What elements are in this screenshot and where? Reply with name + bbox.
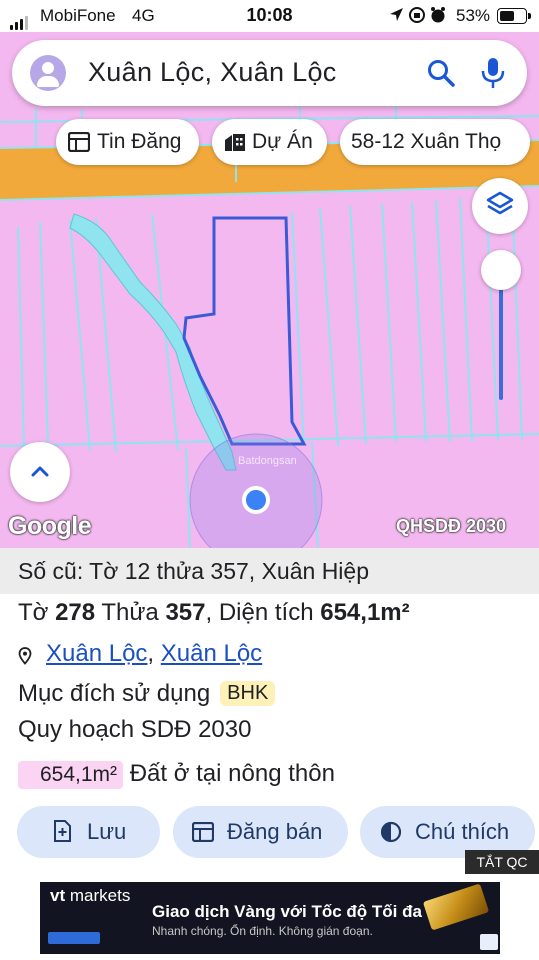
layers-button[interactable] <box>472 178 528 234</box>
commune-link[interactable]: Xuân Lộc <box>161 640 262 667</box>
alarm-icon <box>431 7 445 23</box>
location-arrow-icon <box>390 8 403 21</box>
layers-icon <box>486 191 514 215</box>
purpose-row: Mục đích sử dụng BHK <box>18 680 276 708</box>
avatar[interactable] <box>30 55 66 91</box>
post-sale-button[interactable]: Đăng bán <box>173 806 348 858</box>
chip-listings[interactable]: Tin Đăng <box>56 119 199 165</box>
file-add-icon <box>54 820 71 842</box>
parcel-summary: Tờ 278 Thửa 357, Diện tích 654,1m² <box>18 599 410 626</box>
adchoices-icon[interactable] <box>480 934 498 950</box>
purpose-code-badge: BHK <box>220 681 276 706</box>
status-bar: MobiFone 4G 10:08 53% <box>0 0 539 32</box>
plan-title: Quy hoạch SDĐ 2030 <box>18 716 252 743</box>
close-ad-button[interactable]: TẮT QC <box>465 850 539 874</box>
ad-brand: vt markets <box>50 886 131 905</box>
search-icon[interactable] <box>426 58 456 88</box>
district-link[interactable]: Xuân Lộc <box>46 640 147 667</box>
google-logo: Google <box>8 512 92 540</box>
location-pin-icon <box>18 647 32 665</box>
microphone-icon[interactable] <box>480 56 506 90</box>
chevron-up-icon <box>31 466 49 477</box>
plan-area-chip: 654,1m² <box>18 761 124 789</box>
post-sale-button-label: Đăng bán <box>227 819 323 844</box>
save-button-label: Lưu <box>87 819 127 844</box>
map-canvas[interactable]: Batdongsan <box>0 32 539 548</box>
location-separator: , <box>147 640 155 667</box>
sheet-number: 278 <box>55 599 96 626</box>
save-button[interactable]: Lưu <box>17 806 160 858</box>
chip-projects[interactable]: Dự Án <box>212 119 327 165</box>
purpose-label: Mục đích sử dụng <box>18 680 211 707</box>
ad-subline: Nhanh chóng. Ổn định. Không gián đoạn. <box>152 924 373 938</box>
location-row: Xuân Lộc, Xuân Lộc <box>18 640 262 668</box>
map-view[interactable]: Batdongsan <box>0 32 539 548</box>
contrast-icon <box>380 821 402 843</box>
ad-banner[interactable]: vt markets Giao dịch Vàng với Tốc độ Tối… <box>40 882 500 954</box>
ad-headline: Giao dịch Vàng với Tốc độ Tối đa <box>152 902 422 921</box>
plan-use: Đất ở tại nông thôn <box>129 760 335 787</box>
plan-area-row: 654,1m² Đất ở tại nông thôn <box>18 760 335 789</box>
chip-projects-label: Dự Án <box>252 130 313 153</box>
expand-button[interactable] <box>10 442 70 502</box>
search-input[interactable]: Xuân Lộc, Xuân Lộc <box>88 57 337 88</box>
status-icons <box>388 5 450 30</box>
rotation-lock-icon <box>409 7 425 23</box>
opacity-slider-handle[interactable] <box>481 250 521 290</box>
map-layer-label: QHSDĐ 2030 <box>396 516 507 536</box>
buildings-icon <box>225 134 245 151</box>
plot-label: Thửa <box>101 599 159 626</box>
ad-cta-button[interactable] <box>48 932 100 944</box>
area-label: Diện tích <box>218 599 314 626</box>
battery-percent: 53% <box>456 6 491 25</box>
plot-number: 357 <box>165 599 206 626</box>
map-watermark: Batdongsan <box>238 455 297 467</box>
listing-icon <box>192 822 214 842</box>
chip-listings-label: Tin Đăng <box>97 130 182 153</box>
listing-icon <box>68 132 90 152</box>
chip-location[interactable]: 58-12 Xuân Thọ <box>340 119 530 165</box>
chip-location-label: 58-12 Xuân Thọ <box>351 130 502 153</box>
old-parcel-info: Số cũ: Tờ 12 thửa 357, Xuân Hiệp <box>18 558 369 584</box>
my-location-dot <box>242 486 270 514</box>
area-value: 654,1m² <box>320 599 410 626</box>
sheet-label: Tờ <box>18 599 49 626</box>
battery-icon <box>497 8 531 24</box>
stream <box>69 213 237 471</box>
search-bar[interactable]: Xuân Lộc, Xuân Lộc <box>12 40 527 106</box>
gold-bar-image <box>422 883 490 931</box>
